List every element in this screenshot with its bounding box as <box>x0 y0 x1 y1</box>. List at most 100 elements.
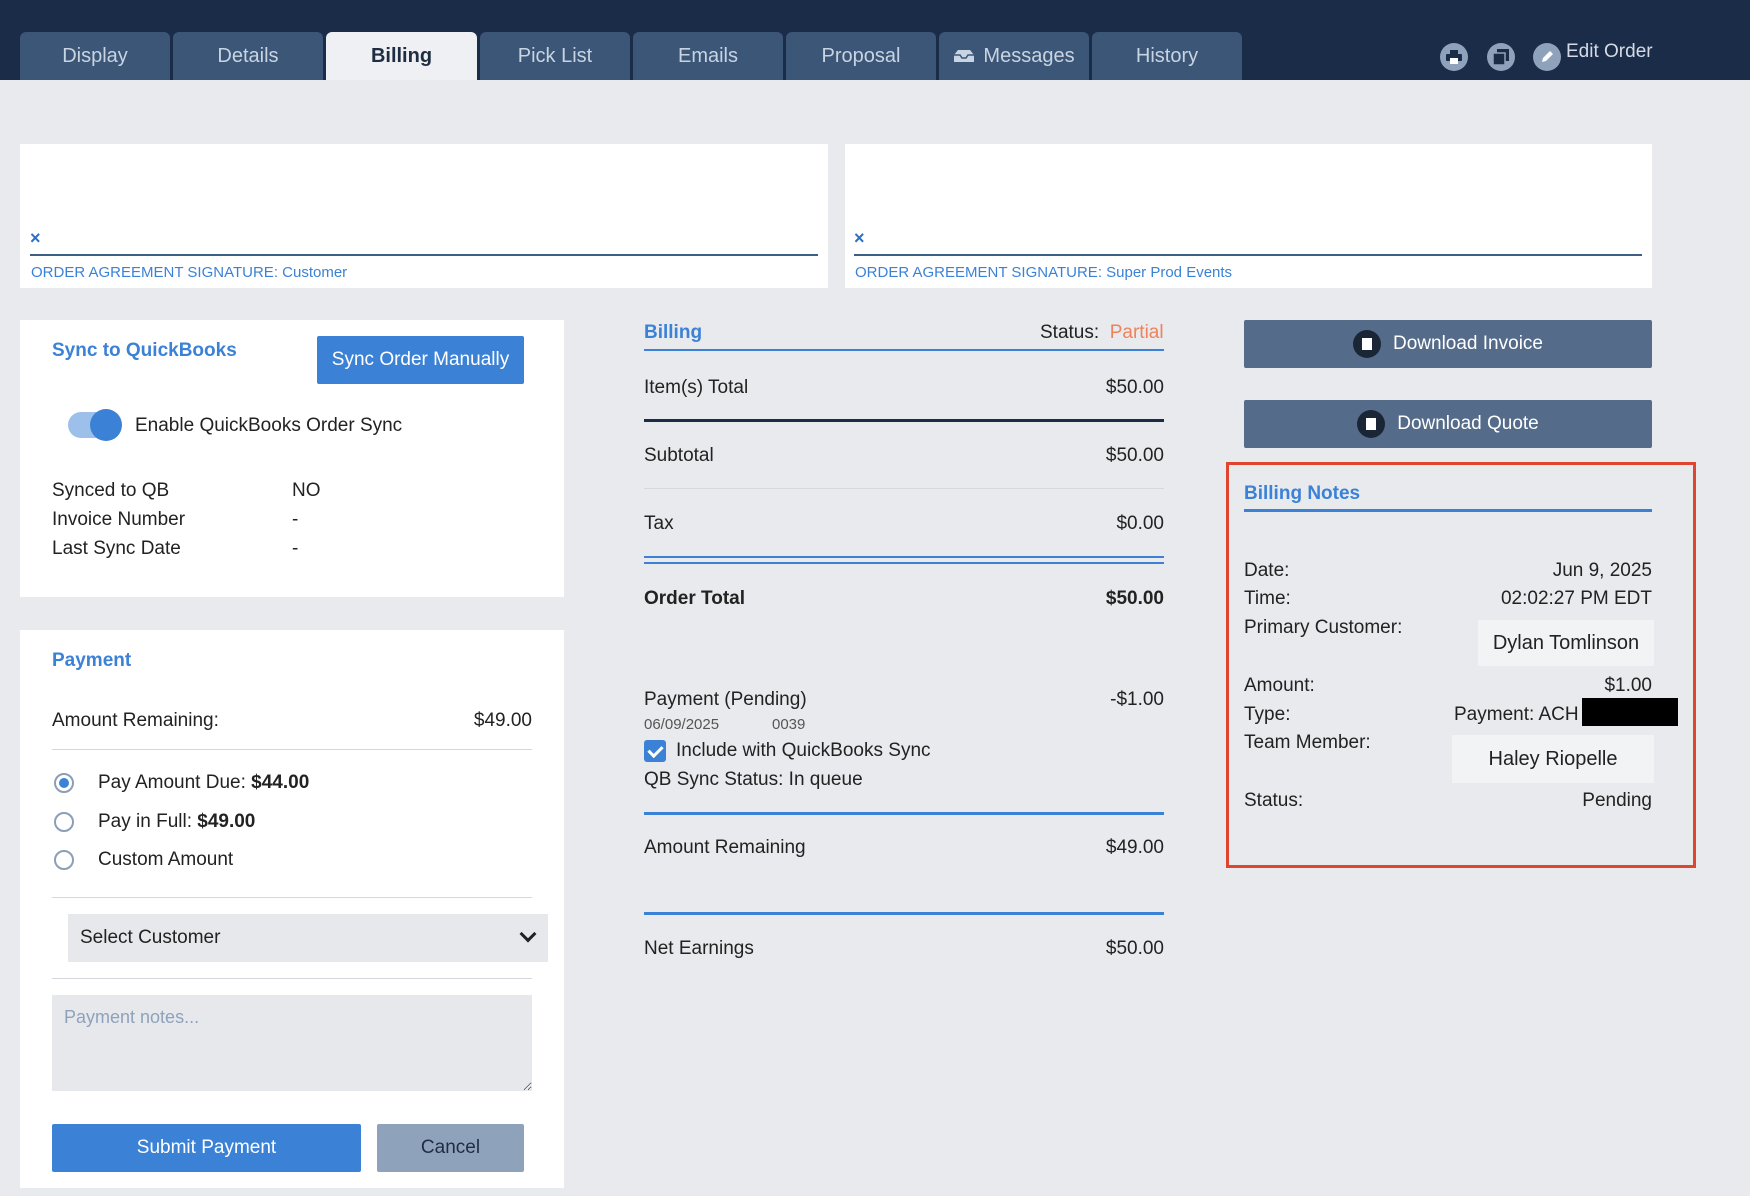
divider-blue <box>644 912 1164 915</box>
synced-to-qb-label: Synced to QB <box>52 480 170 501</box>
tab-display[interactable]: Display <box>20 32 170 80</box>
tab-label: Messages <box>983 44 1075 67</box>
invoice-number-label: Invoice Number <box>52 509 186 530</box>
last-sync-date-label: Last Sync Date <box>52 538 181 559</box>
chevron-down-icon <box>519 925 537 943</box>
download-invoice-label: Download Invoice <box>1393 333 1543 354</box>
double-divider-bottom <box>644 562 1164 564</box>
items-total-label: Item(s) Total <box>644 377 749 398</box>
custom-amount-label: Custom Amount <box>98 849 234 870</box>
note-amount-value: $1.00 <box>1604 675 1652 696</box>
note-date-value: Jun 9, 2025 <box>1552 560 1652 581</box>
tab-label: Details <box>217 44 279 67</box>
amount-remaining-summary-value: $49.00 <box>1105 837 1164 858</box>
billing-status: Status: Partial <box>1040 322 1164 344</box>
note-primary-customer-label: Primary Customer: <box>1244 617 1403 638</box>
tab-label: Emails <box>677 44 738 67</box>
quickbooks-sync-toggle[interactable] <box>68 409 122 441</box>
divider <box>52 978 532 979</box>
download-quote-button[interactable]: Download Quote <box>1244 400 1652 448</box>
sync-order-manually-button[interactable]: Sync Order Manually <box>317 336 524 384</box>
select-customer-value: Select Customer <box>80 927 221 948</box>
note-type-value: Payment: ACH <box>1454 704 1579 725</box>
amount-remaining-value: $49.00 <box>473 710 532 731</box>
payment-reference: 0039 <box>772 716 806 733</box>
tab-label: Pick List <box>517 44 593 67</box>
note-date-label: Date: <box>1244 560 1290 581</box>
status-value: Partial <box>1109 322 1164 343</box>
submit-payment-button[interactable]: Submit Payment <box>52 1124 361 1172</box>
last-sync-date-value: - <box>292 538 299 559</box>
payment-pending-value: -$1.00 <box>1110 689 1164 710</box>
toggle-knob <box>90 409 122 441</box>
subtotal-label: Subtotal <box>644 445 714 466</box>
payment-panel: Payment Amount Remaining: $49.00 Pay Amo… <box>20 630 564 1188</box>
include-quickbooks-sync-label: Include with QuickBooks Sync <box>676 740 931 761</box>
billing-title: Billing <box>644 322 703 343</box>
quickbooks-title: Sync to QuickBooks <box>52 340 237 361</box>
note-team-member-label: Team Member: <box>1244 732 1371 753</box>
payment-pending-label: Payment (Pending) <box>644 689 807 710</box>
note-time-value: 02:02:27 PM EDT <box>1500 588 1652 609</box>
signature-x-mark: × <box>30 228 41 248</box>
custom-amount-radio[interactable] <box>54 850 74 870</box>
company-signature-label: ORDER AGREEMENT SIGNATURE: Super Prod Ev… <box>855 264 1233 281</box>
quickbooks-panel: Sync to QuickBooks Sync Order Manually E… <box>20 320 564 597</box>
tab-emails[interactable]: Emails <box>633 32 783 80</box>
edit-order-link[interactable]: Edit Order <box>1566 41 1653 63</box>
download-quote-label: Download Quote <box>1397 413 1539 434</box>
note-primary-customer-value: Dylan Tomlinson <box>1478 620 1654 666</box>
tab-pick-list[interactable]: Pick List <box>480 32 630 80</box>
divider <box>52 897 532 898</box>
note-team-member-value: Haley Riopelle <box>1452 735 1654 783</box>
customer-signature-panel[interactable]: × ORDER AGREEMENT SIGNATURE: Customer <box>20 144 828 288</box>
select-customer-dropdown[interactable]: Select Customer <box>68 914 548 962</box>
download-invoice-button[interactable]: Download Invoice <box>1244 320 1652 368</box>
note-status-value: Pending <box>1582 790 1652 811</box>
tab-messages[interactable]: Messages <box>939 32 1089 80</box>
pay-in-full-radio[interactable] <box>54 812 74 832</box>
toggle-label: Enable QuickBooks Order Sync <box>135 415 403 436</box>
tab-label: Billing <box>370 44 433 67</box>
tab-history[interactable]: History <box>1092 32 1242 80</box>
document-icon <box>1353 330 1381 358</box>
pay-amount-due-radio[interactable] <box>54 773 74 793</box>
payment-notes-input[interactable] <box>52 995 532 1091</box>
include-quickbooks-sync-checkbox[interactable] <box>644 740 666 762</box>
print-button[interactable] <box>1440 43 1468 71</box>
invoice-number-value: - <box>292 509 299 530</box>
double-divider-top <box>644 556 1164 558</box>
divider-strong <box>644 419 1164 422</box>
signature-line <box>854 254 1642 256</box>
tax-value: $0.00 <box>1116 513 1164 534</box>
note-time-label: Time: <box>1244 588 1291 609</box>
signature-x-mark: × <box>854 228 865 248</box>
tab-proposal[interactable]: Proposal <box>786 32 936 80</box>
copy-button[interactable] <box>1487 43 1515 71</box>
cancel-button[interactable]: Cancel <box>377 1124 524 1172</box>
divider-blue <box>644 812 1164 815</box>
synced-to-qb-value: NO <box>292 480 321 501</box>
company-signature-panel[interactable]: × ORDER AGREEMENT SIGNATURE: Super Prod … <box>845 144 1652 288</box>
tab-details[interactable]: Details <box>173 32 323 80</box>
edit-icon-button[interactable] <box>1533 43 1561 71</box>
copy-icon <box>1493 49 1509 65</box>
redacted-block <box>1582 698 1678 726</box>
amount-remaining-summary-label: Amount Remaining <box>644 837 806 858</box>
payment-date: 06/09/2025 <box>644 716 720 733</box>
status-label: Status: <box>1040 322 1100 343</box>
payment-title: Payment <box>52 650 132 671</box>
signature-line <box>30 254 818 256</box>
billing-notes-title: Billing Notes <box>1244 483 1361 504</box>
note-type-label: Type: <box>1244 704 1291 725</box>
net-earnings-value: $50.00 <box>1105 938 1164 959</box>
tab-label: Proposal <box>821 44 901 67</box>
note-status-label: Status: <box>1244 790 1304 811</box>
amount-remaining-label: Amount Remaining: <box>52 710 219 731</box>
net-earnings-label: Net Earnings <box>644 938 754 959</box>
tab-billing[interactable]: Billing <box>326 32 477 80</box>
customer-signature-label: ORDER AGREEMENT SIGNATURE: Customer <box>31 264 348 281</box>
print-icon <box>1446 50 1462 64</box>
note-amount-label: Amount: <box>1244 675 1315 696</box>
pencil-icon <box>1542 51 1553 62</box>
